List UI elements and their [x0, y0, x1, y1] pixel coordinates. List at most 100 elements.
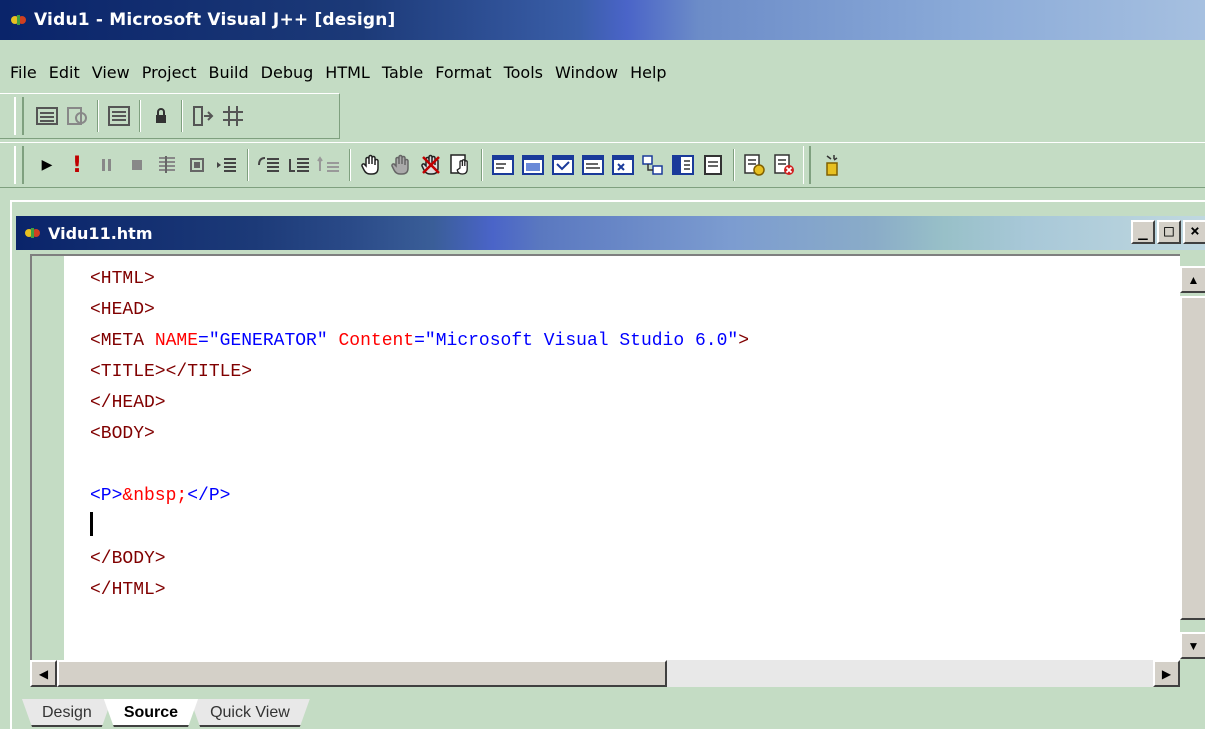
horizontal-scroll-thumb[interactable]	[57, 660, 667, 687]
stop-icon[interactable]	[122, 149, 152, 181]
wizard-icon[interactable]	[817, 149, 847, 181]
code-line-11: </HTML>	[90, 580, 166, 600]
debug-html-toolbar: ▶ !	[0, 142, 1205, 188]
lock-icon[interactable]	[146, 100, 176, 132]
step-into-icon[interactable]	[152, 149, 182, 181]
code-line-3-eq2: =	[414, 331, 425, 351]
menu-help[interactable]: Help	[630, 63, 666, 82]
menu-debug[interactable]: Debug	[261, 63, 314, 82]
immediate-window-icon[interactable]	[578, 149, 608, 181]
menu-file[interactable]: File	[10, 63, 37, 82]
run-to-cursor-icon[interactable]	[314, 149, 344, 181]
grid-icon[interactable]	[218, 100, 248, 132]
toolbar-separator	[97, 100, 99, 132]
menu-build[interactable]: Build	[208, 63, 248, 82]
menu-bar: File Edit View Project Build Debug HTML …	[0, 58, 679, 86]
code-line-10: </BODY>	[90, 549, 166, 569]
call-stack-icon[interactable]	[668, 149, 698, 181]
layout-icon[interactable]	[104, 100, 134, 132]
hand-disabled-icon[interactable]	[386, 149, 416, 181]
horizontal-scrollbar[interactable]: ◀ ▶	[30, 660, 1180, 687]
code-line-3-val2: "Microsoft Visual Studio 6.0"	[424, 331, 739, 351]
editor-gutter	[32, 256, 66, 660]
vertical-scroll-thumb[interactable]	[1180, 296, 1205, 620]
menu-project[interactable]: Project	[142, 63, 197, 82]
refresh-page-icon[interactable]	[62, 100, 92, 132]
menu-tools[interactable]: Tools	[504, 63, 543, 82]
menu-edit[interactable]: Edit	[49, 63, 80, 82]
code-line-4: <TITLE></TITLE>	[90, 362, 253, 382]
document-title: Vidu11.htm	[48, 223, 153, 243]
minimize-button[interactable]: _	[1131, 220, 1155, 244]
source-code: <HTML> <HEAD> <META NAME="GENERATOR" Con…	[90, 264, 749, 606]
output-window-icon[interactable]	[698, 149, 728, 181]
view-tabs: Design Source Quick View	[22, 699, 302, 729]
form-icon[interactable]	[32, 100, 62, 132]
toolbar-grip[interactable]	[803, 146, 811, 184]
code-line-8-entity: &nbsp;	[122, 486, 188, 506]
menu-table[interactable]: Table	[382, 63, 423, 82]
pause-icon[interactable]	[92, 149, 122, 181]
app-title-bar[interactable]: Vidu1 - Microsoft Visual J++ [design]	[0, 0, 1205, 40]
window-list-icon[interactable]	[488, 149, 518, 181]
menu-window[interactable]: Window	[555, 63, 618, 82]
code-line-2: <HEAD>	[90, 300, 155, 320]
code-line-3-attr1: NAME	[154, 331, 199, 351]
tab-source[interactable]: Source	[104, 699, 198, 727]
scroll-left-button[interactable]: ◀	[30, 660, 57, 687]
toolbar-grip[interactable]	[14, 97, 24, 135]
toolbar-separator	[349, 149, 351, 181]
detach-process-icon[interactable]	[770, 149, 800, 181]
menu-html[interactable]: HTML	[325, 63, 370, 82]
vertical-scrollbar[interactable]: ▲ ▼	[1180, 254, 1205, 660]
hand-page-icon[interactable]	[446, 149, 476, 181]
code-line-3-val1: "GENERATOR"	[208, 331, 328, 351]
document-icon[interactable]	[24, 224, 42, 242]
app-title: Vidu1 - Microsoft Visual J++ [design]	[34, 10, 396, 30]
code-line-6: <BODY>	[90, 424, 155, 444]
scroll-down-button[interactable]: ▼	[1180, 632, 1205, 659]
close-button[interactable]: ×	[1183, 220, 1205, 244]
indent-icon[interactable]	[212, 149, 242, 181]
code-line-3-close: >	[738, 331, 749, 351]
code-line-3-attr2: Content	[338, 331, 415, 351]
step-out-icon[interactable]	[284, 149, 314, 181]
code-line-1: <HTML>	[90, 269, 155, 289]
text-cursor	[90, 512, 93, 536]
code-line-3-tag: <META	[90, 331, 155, 351]
hand-clear-icon[interactable]	[416, 149, 446, 181]
execute-icon[interactable]: !	[62, 149, 92, 181]
document-window: Vidu11.htm _ □ × <HTML> <HEAD> <META NAM…	[10, 200, 1205, 729]
maximize-button[interactable]: □	[1157, 220, 1181, 244]
run-icon[interactable]: ▶	[32, 149, 62, 181]
process-icon[interactable]	[740, 149, 770, 181]
toolbar-separator	[481, 149, 483, 181]
tab-quick-view[interactable]: Quick View	[190, 699, 310, 727]
hand-icon[interactable]	[356, 149, 386, 181]
tab-design[interactable]: Design	[22, 699, 112, 727]
document-title-bar[interactable]: Vidu11.htm _ □ ×	[16, 216, 1205, 250]
code-line-8-open: <P>	[90, 486, 123, 506]
visual-jpp-app-icon[interactable]	[10, 11, 28, 29]
toolbar-separator	[181, 100, 183, 132]
scroll-up-button[interactable]: ▲	[1180, 266, 1205, 293]
menu-format[interactable]: Format	[435, 63, 491, 82]
toolbar-grip[interactable]	[14, 146, 24, 184]
source-editor[interactable]: <HTML> <HEAD> <META NAME="GENERATOR" Con…	[30, 254, 1180, 660]
design-toolbar	[0, 93, 340, 139]
code-line-5: </HEAD>	[90, 393, 166, 413]
code-line-3-eq1: =	[198, 331, 209, 351]
locals-window-icon[interactable]	[548, 149, 578, 181]
toolbar-separator	[247, 149, 249, 181]
step-over-icon[interactable]	[254, 149, 284, 181]
toolbar-separator	[139, 100, 141, 132]
autos-window-icon[interactable]	[608, 149, 638, 181]
watch-window-icon[interactable]	[518, 149, 548, 181]
threads-window-icon[interactable]	[638, 149, 668, 181]
breakpoint-icon[interactable]	[182, 149, 212, 181]
insert-column-icon[interactable]	[188, 100, 218, 132]
scroll-right-button[interactable]: ▶	[1153, 660, 1180, 687]
menu-view[interactable]: View	[92, 63, 130, 82]
window-controls: _ □ ×	[1129, 220, 1205, 244]
code-line-8-close: </P>	[187, 486, 231, 506]
